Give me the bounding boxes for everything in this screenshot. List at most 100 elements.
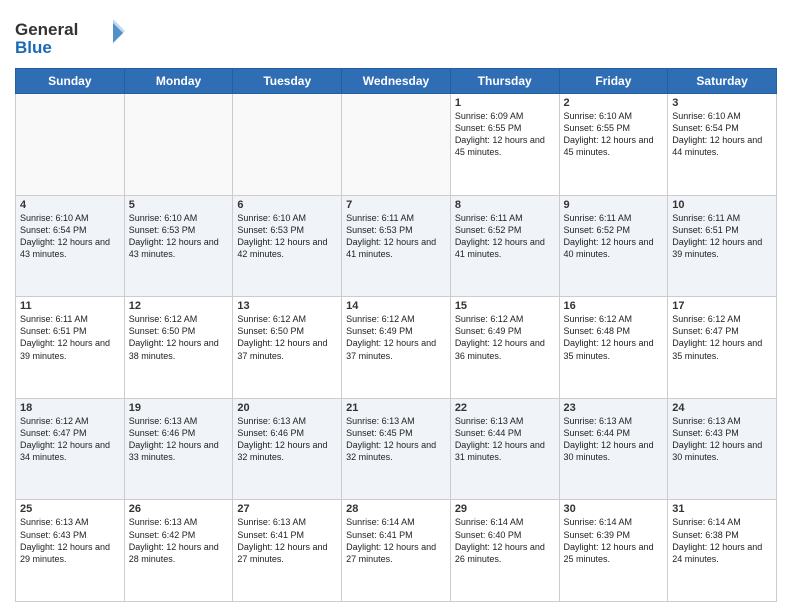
calendar-cell: 4Sunrise: 6:10 AM Sunset: 6:54 PM Daylig… (16, 195, 125, 297)
day-number: 6 (237, 199, 337, 211)
day-info: Sunrise: 6:13 AM Sunset: 6:41 PM Dayligh… (237, 516, 337, 565)
calendar-cell: 13Sunrise: 6:12 AM Sunset: 6:50 PM Dayli… (233, 297, 342, 399)
calendar-cell: 7Sunrise: 6:11 AM Sunset: 6:53 PM Daylig… (342, 195, 451, 297)
calendar-cell: 8Sunrise: 6:11 AM Sunset: 6:52 PM Daylig… (450, 195, 559, 297)
day-number: 5 (129, 199, 229, 211)
calendar-cell: 20Sunrise: 6:13 AM Sunset: 6:46 PM Dayli… (233, 398, 342, 500)
calendar-cell: 24Sunrise: 6:13 AM Sunset: 6:43 PM Dayli… (668, 398, 777, 500)
calendar-cell: 26Sunrise: 6:13 AM Sunset: 6:42 PM Dayli… (124, 500, 233, 602)
calendar-week-row: 25Sunrise: 6:13 AM Sunset: 6:43 PM Dayli… (16, 500, 777, 602)
calendar-cell: 10Sunrise: 6:11 AM Sunset: 6:51 PM Dayli… (668, 195, 777, 297)
day-number: 12 (129, 300, 229, 312)
day-number: 24 (672, 402, 772, 414)
day-number: 3 (672, 97, 772, 109)
calendar-cell: 6Sunrise: 6:10 AM Sunset: 6:53 PM Daylig… (233, 195, 342, 297)
calendar-cell (124, 94, 233, 196)
day-number: 26 (129, 503, 229, 515)
calendar-cell: 3Sunrise: 6:10 AM Sunset: 6:54 PM Daylig… (668, 94, 777, 196)
calendar-cell: 21Sunrise: 6:13 AM Sunset: 6:45 PM Dayli… (342, 398, 451, 500)
day-number: 29 (455, 503, 555, 515)
day-info: Sunrise: 6:11 AM Sunset: 6:51 PM Dayligh… (672, 212, 772, 261)
day-info: Sunrise: 6:11 AM Sunset: 6:52 PM Dayligh… (564, 212, 664, 261)
calendar-cell (16, 94, 125, 196)
logo: General Blue (15, 15, 125, 60)
day-info: Sunrise: 6:10 AM Sunset: 6:54 PM Dayligh… (672, 110, 772, 159)
calendar-week-row: 18Sunrise: 6:12 AM Sunset: 6:47 PM Dayli… (16, 398, 777, 500)
day-info: Sunrise: 6:13 AM Sunset: 6:44 PM Dayligh… (455, 415, 555, 464)
day-number: 7 (346, 199, 446, 211)
calendar-cell: 17Sunrise: 6:12 AM Sunset: 6:47 PM Dayli… (668, 297, 777, 399)
svg-text:Blue: Blue (15, 38, 52, 57)
calendar-body: 1Sunrise: 6:09 AM Sunset: 6:55 PM Daylig… (16, 94, 777, 602)
calendar-cell: 29Sunrise: 6:14 AM Sunset: 6:40 PM Dayli… (450, 500, 559, 602)
day-info: Sunrise: 6:14 AM Sunset: 6:38 PM Dayligh… (672, 516, 772, 565)
day-number: 21 (346, 402, 446, 414)
day-info: Sunrise: 6:10 AM Sunset: 6:55 PM Dayligh… (564, 110, 664, 159)
day-number: 14 (346, 300, 446, 312)
calendar-cell: 18Sunrise: 6:12 AM Sunset: 6:47 PM Dayli… (16, 398, 125, 500)
day-number: 27 (237, 503, 337, 515)
day-info: Sunrise: 6:09 AM Sunset: 6:55 PM Dayligh… (455, 110, 555, 159)
calendar-cell (233, 94, 342, 196)
day-number: 1 (455, 97, 555, 109)
day-info: Sunrise: 6:13 AM Sunset: 6:44 PM Dayligh… (564, 415, 664, 464)
logo-svg: General Blue (15, 15, 125, 60)
weekday-header: Friday (559, 69, 668, 94)
calendar-cell: 5Sunrise: 6:10 AM Sunset: 6:53 PM Daylig… (124, 195, 233, 297)
day-info: Sunrise: 6:14 AM Sunset: 6:40 PM Dayligh… (455, 516, 555, 565)
calendar-cell: 1Sunrise: 6:09 AM Sunset: 6:55 PM Daylig… (450, 94, 559, 196)
day-info: Sunrise: 6:12 AM Sunset: 6:50 PM Dayligh… (237, 313, 337, 362)
day-info: Sunrise: 6:13 AM Sunset: 6:45 PM Dayligh… (346, 415, 446, 464)
weekday-header: Tuesday (233, 69, 342, 94)
calendar-cell: 9Sunrise: 6:11 AM Sunset: 6:52 PM Daylig… (559, 195, 668, 297)
day-number: 23 (564, 402, 664, 414)
day-number: 30 (564, 503, 664, 515)
day-info: Sunrise: 6:13 AM Sunset: 6:42 PM Dayligh… (129, 516, 229, 565)
day-number: 31 (672, 503, 772, 515)
day-info: Sunrise: 6:13 AM Sunset: 6:46 PM Dayligh… (237, 415, 337, 464)
day-number: 19 (129, 402, 229, 414)
header: General Blue (15, 10, 777, 60)
calendar-cell (342, 94, 451, 196)
day-info: Sunrise: 6:12 AM Sunset: 6:50 PM Dayligh… (129, 313, 229, 362)
day-info: Sunrise: 6:11 AM Sunset: 6:51 PM Dayligh… (20, 313, 120, 362)
day-number: 11 (20, 300, 120, 312)
page: General Blue SundayMondayTuesdayWednesda… (0, 0, 792, 612)
calendar-week-row: 11Sunrise: 6:11 AM Sunset: 6:51 PM Dayli… (16, 297, 777, 399)
day-info: Sunrise: 6:13 AM Sunset: 6:46 PM Dayligh… (129, 415, 229, 464)
calendar-table: SundayMondayTuesdayWednesdayThursdayFrid… (15, 68, 777, 602)
day-info: Sunrise: 6:11 AM Sunset: 6:52 PM Dayligh… (455, 212, 555, 261)
day-number: 22 (455, 402, 555, 414)
calendar-cell: 12Sunrise: 6:12 AM Sunset: 6:50 PM Dayli… (124, 297, 233, 399)
day-info: Sunrise: 6:12 AM Sunset: 6:49 PM Dayligh… (346, 313, 446, 362)
weekday-header: Sunday (16, 69, 125, 94)
day-number: 28 (346, 503, 446, 515)
day-info: Sunrise: 6:13 AM Sunset: 6:43 PM Dayligh… (20, 516, 120, 565)
day-info: Sunrise: 6:12 AM Sunset: 6:47 PM Dayligh… (20, 415, 120, 464)
calendar-cell: 27Sunrise: 6:13 AM Sunset: 6:41 PM Dayli… (233, 500, 342, 602)
day-number: 17 (672, 300, 772, 312)
day-info: Sunrise: 6:10 AM Sunset: 6:53 PM Dayligh… (237, 212, 337, 261)
calendar-week-row: 4Sunrise: 6:10 AM Sunset: 6:54 PM Daylig… (16, 195, 777, 297)
day-number: 9 (564, 199, 664, 211)
weekday-header: Wednesday (342, 69, 451, 94)
weekday-header: Monday (124, 69, 233, 94)
weekday-header-row: SundayMondayTuesdayWednesdayThursdayFrid… (16, 69, 777, 94)
calendar-cell: 25Sunrise: 6:13 AM Sunset: 6:43 PM Dayli… (16, 500, 125, 602)
day-number: 18 (20, 402, 120, 414)
calendar-cell: 28Sunrise: 6:14 AM Sunset: 6:41 PM Dayli… (342, 500, 451, 602)
weekday-header: Thursday (450, 69, 559, 94)
day-number: 4 (20, 199, 120, 211)
day-info: Sunrise: 6:14 AM Sunset: 6:41 PM Dayligh… (346, 516, 446, 565)
day-info: Sunrise: 6:10 AM Sunset: 6:53 PM Dayligh… (129, 212, 229, 261)
day-number: 15 (455, 300, 555, 312)
calendar-cell: 2Sunrise: 6:10 AM Sunset: 6:55 PM Daylig… (559, 94, 668, 196)
day-info: Sunrise: 6:14 AM Sunset: 6:39 PM Dayligh… (564, 516, 664, 565)
day-number: 10 (672, 199, 772, 211)
svg-text:General: General (15, 20, 78, 39)
calendar-cell: 11Sunrise: 6:11 AM Sunset: 6:51 PM Dayli… (16, 297, 125, 399)
day-number: 2 (564, 97, 664, 109)
calendar-cell: 15Sunrise: 6:12 AM Sunset: 6:49 PM Dayli… (450, 297, 559, 399)
day-info: Sunrise: 6:10 AM Sunset: 6:54 PM Dayligh… (20, 212, 120, 261)
calendar-week-row: 1Sunrise: 6:09 AM Sunset: 6:55 PM Daylig… (16, 94, 777, 196)
